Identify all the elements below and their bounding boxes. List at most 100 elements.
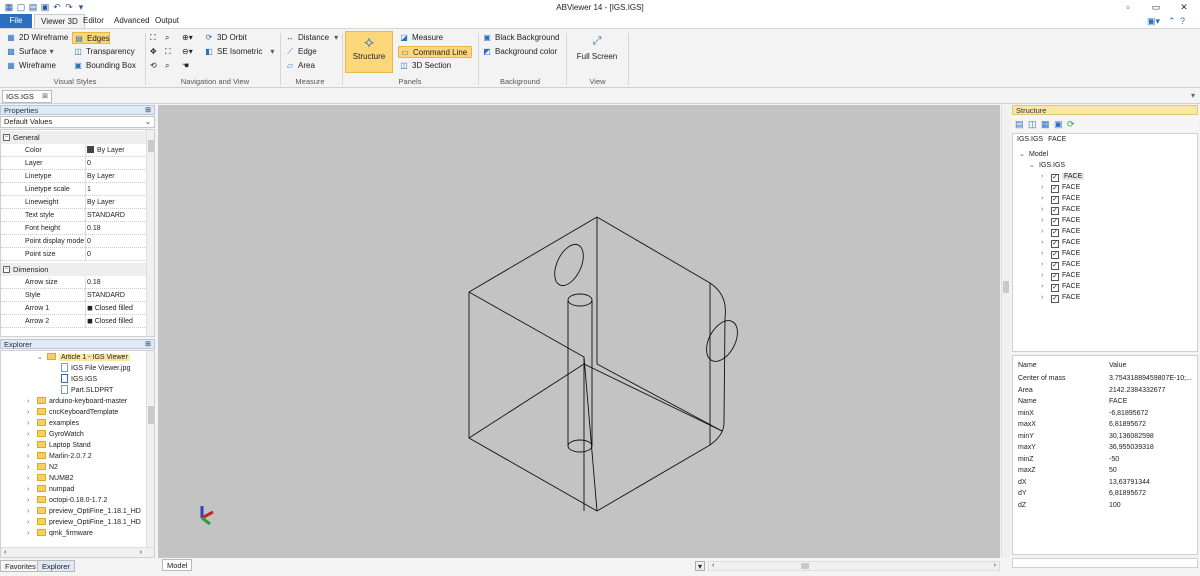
tree-folder[interactable]: › examples xyxy=(27,418,79,429)
checkbox-checked-icon[interactable]: ✓ xyxy=(1051,273,1059,281)
pin-icon[interactable]: ⊞ xyxy=(145,340,151,349)
tab-editor[interactable]: Editor xyxy=(77,14,110,28)
explorer-scrollbar[interactable] xyxy=(146,351,154,547)
properties-dropdown[interactable]: Default Values ⌄ xyxy=(0,116,155,128)
se-isometric-button[interactable]: ◧ SE Isometric ▾ xyxy=(203,46,274,58)
checkbox-checked-icon[interactable]: ✓ xyxy=(1051,262,1059,270)
transparency-button[interactable]: ◫ Transparency xyxy=(72,46,134,58)
viewport-vscrollbar[interactable] xyxy=(1001,105,1009,558)
surface-button[interactable]: ▩ Surface ▾ xyxy=(5,46,53,58)
close-tab-icon[interactable]: ⊠ xyxy=(42,91,48,102)
property-row[interactable]: Color By Layer xyxy=(1,144,149,157)
table-row[interactable]: minZ -50 xyxy=(1014,454,1196,466)
table-row[interactable]: minY 30,136082598 xyxy=(1014,431,1196,443)
tree-node-face[interactable]: › ✓ FACE xyxy=(1041,270,1080,281)
tree-node-file[interactable]: ⌄ IGS.IGS xyxy=(1029,160,1065,171)
category-dimension[interactable]: − Dimension xyxy=(1,263,149,276)
property-row[interactable]: Font height 0.18 xyxy=(1,222,149,235)
tree-node-face[interactable]: › ✓ FACE xyxy=(1041,215,1080,226)
tree-node-model[interactable]: ⌄ Model xyxy=(1019,149,1048,160)
export-icon[interactable]: ▦ xyxy=(1041,119,1050,130)
property-row[interactable]: Linetype scale 1 xyxy=(1,183,149,196)
tree-folder[interactable]: › Marlin-2.0.7.2 xyxy=(27,451,92,462)
columns-icon[interactable]: ◫ xyxy=(1028,119,1037,130)
command-line-button[interactable]: ▭ Command Line xyxy=(398,46,472,58)
table-row[interactable]: maxY 36,955039318 xyxy=(1014,442,1196,454)
table-row[interactable]: dY 6,81895672 xyxy=(1014,488,1196,500)
viewport-hscrollbar[interactable]: ‹ › xyxy=(708,561,1000,571)
zoom-extents-icon[interactable]: ⌕ xyxy=(165,32,169,44)
area-button[interactable]: ▱ Area xyxy=(284,60,315,72)
tree-folder[interactable]: › Laptop Stand xyxy=(27,440,91,451)
zoom-previous-icon[interactable]: ⌕ xyxy=(165,60,169,72)
wireframe-button[interactable]: ▦ Wireframe xyxy=(5,60,56,72)
table-row[interactable]: Area 2142.2384332677 xyxy=(1014,385,1196,397)
distance-button[interactable]: ↔ Distance ▾ xyxy=(284,32,338,44)
close-icon[interactable]: ✕ xyxy=(1178,2,1190,12)
bounding-box-button[interactable]: ▣ Bounding Box xyxy=(72,60,136,72)
category-general[interactable]: − General xyxy=(1,131,149,144)
tree-folder[interactable]: › numpad xyxy=(27,484,74,495)
tree-folder[interactable]: › GyroWatch xyxy=(27,429,84,440)
structure-status-field[interactable] xyxy=(1012,558,1198,568)
checkbox-checked-icon[interactable]: ✓ xyxy=(1051,185,1059,193)
3d-orbit-button[interactable]: ⟳ 3D Orbit xyxy=(203,32,247,44)
tree-node-face[interactable]: › ✓ FACE xyxy=(1041,182,1080,193)
checkbox-checked-icon[interactable]: ✓ xyxy=(1051,251,1059,259)
property-row[interactable]: Lineweight By Layer xyxy=(1,196,149,209)
tree-folder[interactable]: › cncKeyboardTemplate xyxy=(27,407,118,418)
table-row[interactable]: Name FACE xyxy=(1014,396,1196,408)
measure-panel-button[interactable]: ◪ Measure xyxy=(398,32,443,44)
tree-folder-open[interactable]: ⌄ Article 1 - IGS Viewer xyxy=(37,352,130,363)
property-row[interactable]: Layer 0 xyxy=(1,157,149,170)
property-row[interactable]: Linetype By Layer xyxy=(1,170,149,183)
refresh-icon[interactable]: ⟳ xyxy=(1067,119,1075,130)
structure-button[interactable]: ⟡ Structure xyxy=(345,31,393,73)
tree-folder[interactable]: › N2 xyxy=(27,462,58,473)
tree-view-icon[interactable]: ▤ xyxy=(1015,119,1024,130)
tree-node-face[interactable]: › ✓ FACE xyxy=(1041,292,1080,303)
pin-icon[interactable]: ⊞ xyxy=(145,106,151,115)
property-row[interactable]: Arrow 2 ◼ Closed filled xyxy=(1,315,149,328)
edges-button[interactable]: ▤ Edges xyxy=(72,32,110,44)
zoom-icon[interactable]: ⊕▾ xyxy=(182,32,193,44)
background-color-button[interactable]: ◩ Background color xyxy=(481,46,557,58)
checkbox-checked-icon[interactable]: ✓ xyxy=(1051,207,1059,215)
table-row[interactable]: maxZ 50 xyxy=(1014,465,1196,477)
checkbox-checked-icon[interactable]: ✓ xyxy=(1051,229,1059,237)
property-row[interactable]: Arrow size 0.18 xyxy=(1,276,149,289)
restore-icon[interactable]: ▫ xyxy=(1122,2,1134,12)
tab-output[interactable]: Output xyxy=(149,14,185,28)
table-row[interactable]: minX -6,81895672 xyxy=(1014,408,1196,420)
model-viewport[interactable] xyxy=(158,105,1000,558)
tree-folder[interactable]: › preview_OptiFine_1.18.1_HD xyxy=(27,517,141,528)
properties-scrollbar[interactable] xyxy=(146,130,154,336)
checkbox-checked-icon[interactable]: ✓ xyxy=(1051,218,1059,226)
tree-folder[interactable]: › octopi-0.18.0-1.7.2 xyxy=(27,495,107,506)
tree-folder[interactable]: › preview_OptiFine_1.18.1_HD xyxy=(27,506,141,517)
property-row[interactable]: Point display mode 0 xyxy=(1,235,149,248)
tab-favorites[interactable]: Favorites xyxy=(0,560,41,572)
tree-file[interactable]: IGS.IGS xyxy=(61,374,97,385)
tree-file[interactable]: IGS File Viewer.jpg xyxy=(61,363,130,374)
property-row[interactable]: Arrow 1 ◼ Closed filled xyxy=(1,302,149,315)
tree-node-face[interactable]: › ✓ FACE xyxy=(1041,281,1080,292)
table-row[interactable]: maxX 6,81895672 xyxy=(1014,419,1196,431)
style-icon[interactable]: ▣▾ xyxy=(1147,16,1160,27)
zoom-window-icon[interactable]: ⛶ xyxy=(150,32,156,44)
maximize-icon[interactable]: ▭ xyxy=(1150,2,1162,12)
full-screen-button[interactable]: ⤢ Full Screen xyxy=(572,35,622,73)
help-icon[interactable]: ? xyxy=(1180,16,1185,26)
property-row[interactable]: Text style STANDARD xyxy=(1,209,149,222)
tree-file[interactable]: Part.SLDPRT xyxy=(61,385,113,396)
hand-icon[interactable]: ☚ xyxy=(182,60,189,72)
tree-folder[interactable]: › NUMB2 xyxy=(27,473,74,484)
tab-model[interactable]: Model xyxy=(162,559,192,571)
tree-node-face[interactable]: › ✓ FACE xyxy=(1041,237,1080,248)
tree-node-face[interactable]: › ✓ FACE xyxy=(1041,193,1080,204)
fit-icon[interactable]: ⛶ xyxy=(165,46,171,58)
property-row[interactable]: Point size 0 xyxy=(1,248,149,261)
checkbox-checked-icon[interactable]: ✓ xyxy=(1051,284,1059,292)
2d-wireframe-button[interactable]: ▦ 2D Wireframe xyxy=(5,32,68,44)
tree-folder[interactable]: › arduino-keyboard-master xyxy=(27,396,127,407)
